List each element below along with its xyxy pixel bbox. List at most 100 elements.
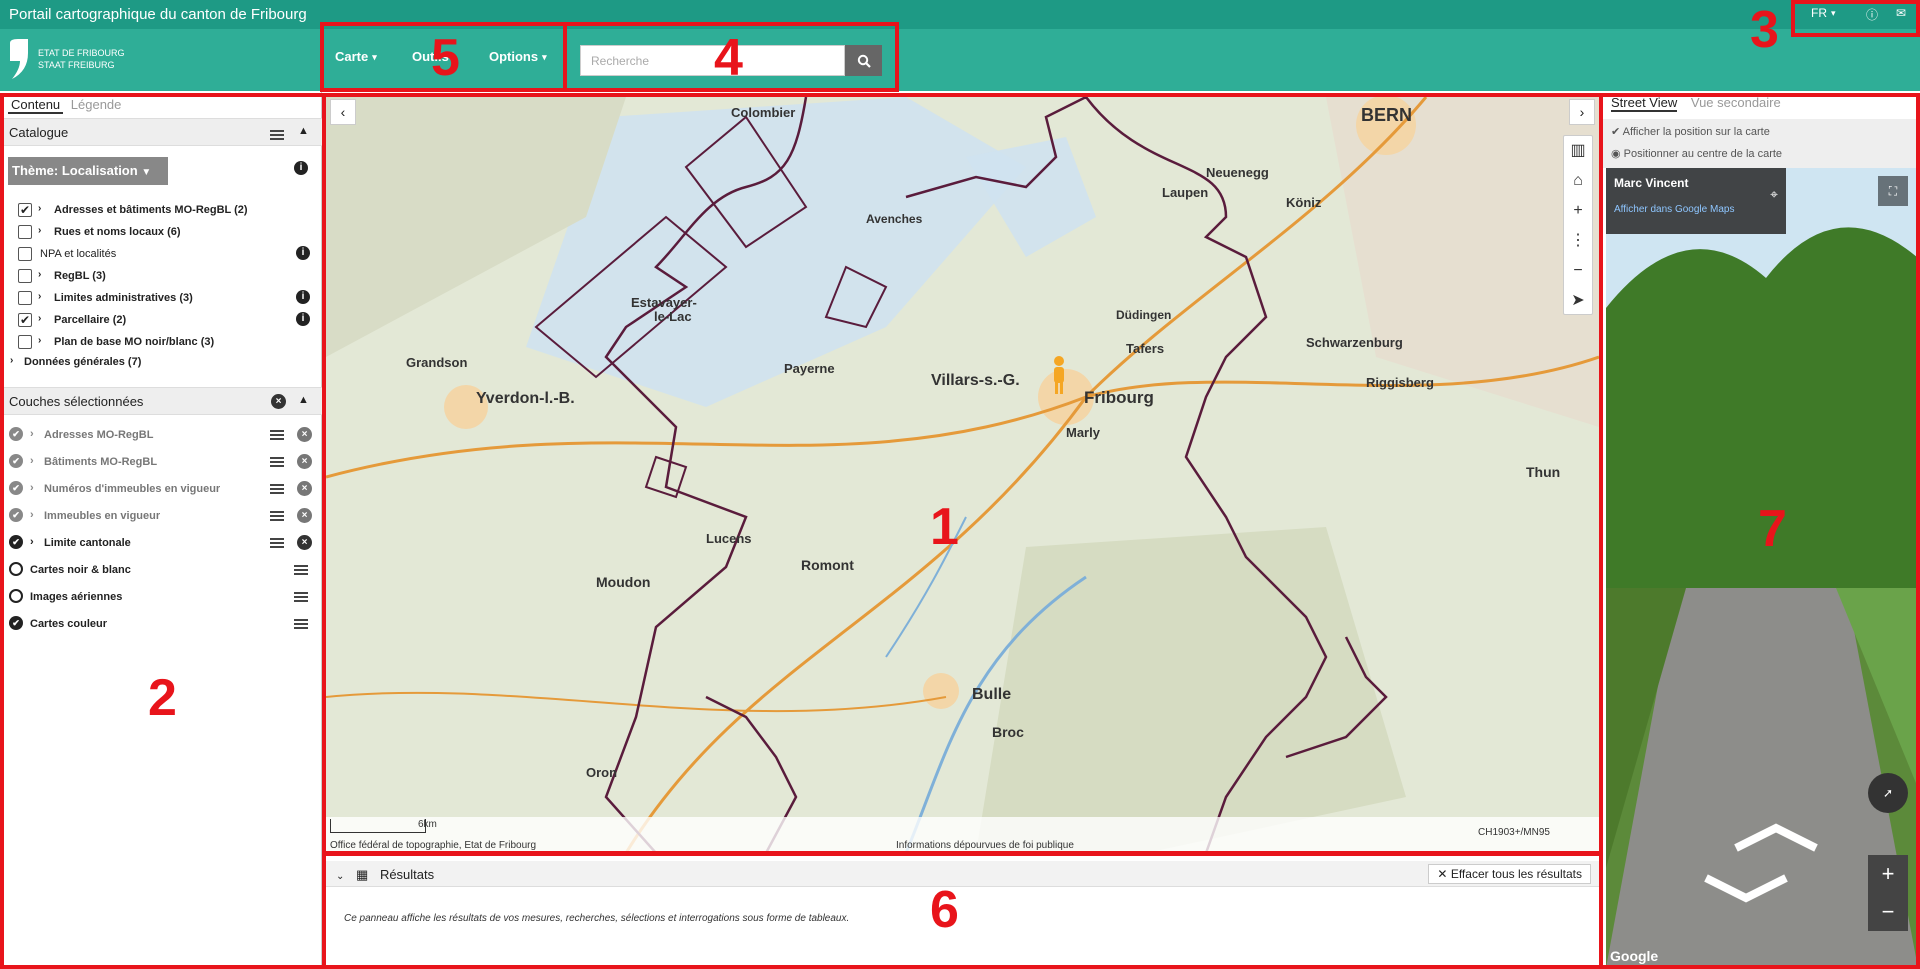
locate-icon[interactable]: ➤ bbox=[1564, 286, 1592, 316]
checkbox[interactable] bbox=[18, 269, 32, 283]
selected-layer-row[interactable]: Images aériennes bbox=[0, 586, 322, 608]
layer-visibility-toggle[interactable]: ✔ bbox=[9, 616, 23, 630]
expand-icon[interactable]: › bbox=[38, 225, 41, 236]
layer-menu-icon[interactable] bbox=[270, 484, 284, 494]
remove-layer-icon[interactable]: × bbox=[297, 454, 312, 469]
expand-icon[interactable]: › bbox=[38, 203, 41, 214]
checkbox[interactable] bbox=[18, 291, 32, 305]
street-view-image[interactable]: Marc Vincent Afficher dans Google Maps ⌖… bbox=[1606, 168, 1918, 968]
chevron-up-icon[interactable]: ▲ bbox=[298, 394, 309, 406]
google-maps-link[interactable]: Afficher dans Google Maps bbox=[1614, 204, 1778, 215]
layer-menu-icon[interactable] bbox=[270, 430, 284, 440]
search-input[interactable]: Recherche bbox=[580, 45, 845, 76]
layer-menu-icon[interactable] bbox=[294, 619, 308, 629]
zoom-out-icon[interactable]: − bbox=[1564, 256, 1592, 286]
chevron-up-icon[interactable]: ▲ bbox=[298, 125, 309, 137]
remove-layer-icon[interactable]: × bbox=[297, 481, 312, 496]
tab-contenu[interactable]: Contenu bbox=[8, 97, 64, 114]
catalog-item[interactable]: ✔ › Parcellaire (2) i bbox=[0, 311, 322, 331]
catalog-item[interactable]: › Limites administratives (3) i bbox=[0, 289, 322, 309]
selected-layer-row[interactable]: ✔ › Limite cantonale × bbox=[0, 532, 322, 554]
catalog-item[interactable]: › RegBL (3) bbox=[0, 267, 322, 287]
expand-icon[interactable]: › bbox=[38, 291, 41, 302]
tab-legende[interactable]: Légende bbox=[67, 97, 126, 112]
menu-icon[interactable] bbox=[270, 130, 284, 140]
option-center-map[interactable]: ◉ Positionner au centre de la carte bbox=[1611, 147, 1782, 160]
selected-layer-row[interactable]: ✔ › Adresses MO-RegBL × bbox=[0, 424, 322, 446]
checkbox[interactable]: ✔ bbox=[18, 313, 32, 327]
layer-menu-icon[interactable] bbox=[270, 538, 284, 548]
selected-layer-row[interactable]: ✔ › Numéros d'immeubles en vigueur × bbox=[0, 478, 322, 500]
layer-visibility-toggle[interactable]: ✔ bbox=[9, 481, 23, 495]
catalog-item[interactable]: › Rues et noms locaux (6) bbox=[0, 223, 322, 243]
collapse-right-icon[interactable]: › bbox=[1569, 99, 1595, 125]
expand-icon[interactable]: › bbox=[38, 269, 41, 280]
map-switch-icon[interactable]: ▥ bbox=[1564, 136, 1592, 166]
language-selector[interactable]: FR ▾ bbox=[1811, 6, 1836, 20]
crs-selector[interactable]: CH1903+/MN95 bbox=[1478, 827, 1550, 838]
layer-visibility-toggle[interactable]: ✔ bbox=[9, 454, 23, 468]
expand-icon[interactable]: › bbox=[30, 455, 34, 467]
layer-visibility-toggle[interactable] bbox=[9, 589, 23, 603]
option-show-position[interactable]: ✔ Afficher la position sur la carte bbox=[1611, 125, 1770, 138]
selected-layer-row[interactable]: ✔ › Immeubles en vigueur × bbox=[0, 505, 322, 527]
map-view[interactable]: BERN Fribourg Villars-s.-G. Yverdon-l.-B… bbox=[326, 97, 1599, 853]
tab-street-view[interactable]: Street View bbox=[1611, 95, 1678, 112]
catalog-item[interactable]: NPA et localités i bbox=[0, 245, 322, 265]
checkbox[interactable] bbox=[18, 247, 32, 261]
expand-icon[interactable]: › bbox=[30, 536, 34, 548]
expand-icon[interactable]: › bbox=[30, 482, 34, 494]
sv-zoom-control[interactable]: + − bbox=[1868, 855, 1908, 931]
expand-icon[interactable]: › bbox=[30, 428, 34, 440]
layer-menu-icon[interactable] bbox=[294, 592, 308, 602]
remove-layer-icon[interactable]: × bbox=[297, 535, 312, 550]
layer-visibility-toggle[interactable]: ✔ bbox=[9, 535, 23, 549]
checkbox[interactable]: ✔ bbox=[18, 203, 32, 217]
selected-layer-label: Limite cantonale bbox=[44, 537, 131, 549]
checkbox[interactable] bbox=[18, 335, 32, 349]
layer-visibility-toggle[interactable]: ✔ bbox=[9, 508, 23, 522]
pegman-icon[interactable] bbox=[1051, 355, 1067, 395]
menu-options[interactable]: Options ▾ bbox=[489, 49, 547, 64]
checkbox[interactable] bbox=[18, 225, 32, 239]
compass-icon[interactable]: ➚ bbox=[1868, 773, 1908, 813]
info-icon[interactable]: i bbox=[296, 246, 310, 260]
home-icon[interactable]: ⌂ bbox=[1564, 166, 1592, 196]
zoom-in-icon[interactable]: + bbox=[1564, 196, 1592, 226]
selected-layer-row[interactable]: ✔ Cartes couleur bbox=[0, 613, 322, 635]
tab-vue-secondaire[interactable]: Vue secondaire bbox=[1691, 95, 1781, 110]
svg-text:Düdingen: Düdingen bbox=[1116, 308, 1171, 322]
map-background: BERN Fribourg Villars-s.-G. Yverdon-l.-B… bbox=[326, 97, 1599, 853]
collapse-left-icon[interactable]: ‹ bbox=[330, 99, 356, 125]
theme-selector[interactable]: Thème: Localisation ▼ bbox=[8, 157, 168, 185]
clear-results-button[interactable]: ✕ Effacer tous les résultats bbox=[1428, 864, 1591, 884]
expand-icon[interactable]: › bbox=[30, 509, 34, 521]
more-icon[interactable]: ⋮ bbox=[1564, 226, 1592, 256]
remove-layer-icon[interactable]: × bbox=[297, 508, 312, 523]
layer-visibility-toggle[interactable]: ✔ bbox=[9, 427, 23, 441]
catalog-item[interactable]: ✔ › Adresses et bâtiments MO-RegBL (2) bbox=[0, 201, 322, 221]
selected-layer-row[interactable]: ✔ › Bâtiments MO-RegBL × bbox=[0, 451, 322, 473]
info-icon[interactable]: i bbox=[294, 161, 308, 175]
results-header[interactable]: ⌄ ▦ Résultats ✕ Effacer tous les résulta… bbox=[326, 861, 1599, 887]
mail-icon[interactable]: ✉ bbox=[1896, 6, 1906, 20]
catalog-item[interactable]: › Plan de base MO noir/blanc (3) bbox=[0, 333, 322, 353]
fullscreen-icon[interactable]: ⛶ bbox=[1878, 176, 1908, 206]
help-icon[interactable]: ⓘ bbox=[1866, 6, 1878, 23]
info-icon[interactable]: i bbox=[296, 312, 310, 326]
search-button[interactable] bbox=[845, 45, 882, 76]
remove-layer-icon[interactable]: × bbox=[297, 427, 312, 442]
menu-carte[interactable]: Carte ▾ bbox=[335, 49, 377, 64]
layer-visibility-toggle[interactable] bbox=[9, 562, 23, 576]
selected-layer-row[interactable]: Cartes noir & blanc bbox=[0, 559, 322, 581]
info-icon[interactable]: i bbox=[296, 290, 310, 304]
svg-text:Romont: Romont bbox=[801, 557, 854, 573]
general-data-item[interactable]: › Données générales (7) bbox=[0, 353, 322, 373]
layer-menu-icon[interactable] bbox=[294, 565, 308, 575]
map-attribution-bar: 6km Office fédéral de topographie, Etat … bbox=[326, 817, 1599, 853]
layer-menu-icon[interactable] bbox=[270, 457, 284, 467]
remove-all-icon[interactable]: × bbox=[271, 394, 286, 409]
expand-icon[interactable]: › bbox=[38, 335, 41, 346]
expand-icon[interactable]: › bbox=[38, 313, 41, 324]
layer-menu-icon[interactable] bbox=[270, 511, 284, 521]
